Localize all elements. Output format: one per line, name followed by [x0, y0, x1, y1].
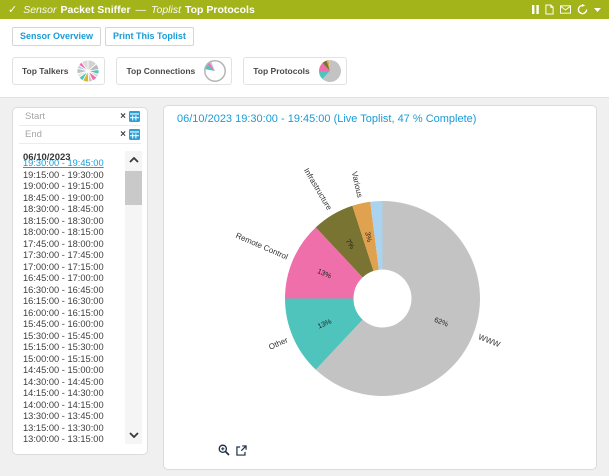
toplist-type-label: Toplist — [151, 4, 181, 16]
start-date-input[interactable] — [23, 110, 117, 123]
header-action-icons — [532, 4, 601, 15]
interval-item[interactable]: 18:45:00 - 19:00:00 — [23, 193, 123, 205]
interval-item[interactable]: 18:15:00 - 18:30:00 — [23, 216, 123, 228]
toplist-name: Top Protocols — [185, 4, 255, 16]
breadcrumb-separator: — — [136, 4, 147, 16]
card-top-protocols[interactable]: Top Protocols — [243, 57, 347, 85]
interval-item[interactable]: 13:00:00 - 13:15:00 — [23, 434, 123, 446]
interval-sidebar: × × 06/10/2023 19:30:00 - 19:45:0019:15: — [12, 107, 148, 455]
interval-item[interactable]: 15:15:00 - 15:30:00 — [23, 342, 123, 354]
interval-item[interactable]: 16:30:00 - 16:45:00 — [23, 285, 123, 297]
protocols-donut-chart: 62%WWW13%Other13%Remote Control7%Infrast… — [164, 134, 598, 464]
chart-label: Other — [267, 335, 289, 351]
scrollbar-thumb[interactable] — [125, 171, 142, 205]
interval-scrollbar — [125, 151, 142, 444]
interval-item[interactable]: 19:15:00 - 19:30:00 — [23, 170, 123, 182]
interval-item[interactable]: 16:45:00 - 17:00:00 — [23, 273, 123, 285]
interval-item[interactable]: 15:45:00 - 16:00:00 — [23, 319, 123, 331]
interval-item[interactable]: 18:30:00 - 18:45:00 — [23, 204, 123, 216]
chevron-up-icon — [129, 157, 139, 163]
interval-item[interactable]: 15:00:00 - 15:15:00 — [23, 354, 123, 366]
end-date-input[interactable] — [23, 128, 117, 141]
interval-item[interactable]: 18:00:00 - 18:15:00 — [23, 227, 123, 239]
toplist-cards: Top Talkers Top Connections Top Protocol… — [12, 57, 347, 85]
interval-item[interactable]: 15:30:00 - 15:45:00 — [23, 331, 123, 343]
interval-list: 19:30:00 - 19:45:0019:15:00 - 19:30:0019… — [23, 158, 123, 446]
top-connections-pie-icon — [203, 59, 227, 83]
zoom-in-icon[interactable] — [218, 444, 230, 456]
interval-item[interactable]: 17:00:00 - 17:15:00 — [23, 262, 123, 274]
card-label: Top Connections — [126, 66, 195, 76]
open-external-icon[interactable] — [236, 445, 247, 456]
sensor-header-bar: ✓ Sensor Packet Sniffer — Toplist Top Pr… — [0, 0, 609, 19]
interval-item[interactable]: 14:45:00 - 15:00:00 — [23, 365, 123, 377]
interval-item[interactable]: 13:15:00 - 13:30:00 — [23, 423, 123, 435]
chart-title: 06/10/2023 19:30:00 - 19:45:00 (Live Top… — [177, 113, 476, 125]
toolbar: Sensor Overview Print This Toplist — [12, 27, 194, 46]
sensor-type-label: Sensor — [23, 4, 56, 16]
email-icon[interactable] — [560, 5, 571, 14]
interval-item[interactable]: 14:30:00 - 14:45:00 — [23, 377, 123, 389]
chart-label: Infrastructure — [302, 167, 334, 213]
interval-item[interactable]: 17:30:00 - 17:45:00 — [23, 250, 123, 262]
scroll-down-button[interactable] — [125, 426, 142, 444]
interval-item[interactable]: 13:30:00 - 13:45:00 — [23, 411, 123, 423]
interval-item[interactable]: 19:30:00 - 19:45:00 — [23, 158, 123, 170]
top-protocols-pie-icon — [318, 59, 342, 83]
interval-item[interactable]: 19:00:00 - 19:15:00 — [23, 181, 123, 193]
toplist-chart-panel: 06/10/2023 19:30:00 - 19:45:00 (Live Top… — [163, 105, 597, 470]
refresh-icon[interactable] — [577, 4, 588, 15]
card-label: Top Talkers — [22, 66, 68, 76]
card-label: Top Protocols — [253, 66, 310, 76]
interval-item[interactable]: 16:15:00 - 16:30:00 — [23, 296, 123, 308]
interval-item[interactable]: 14:00:00 - 14:15:00 — [23, 400, 123, 412]
chart-label: WWW — [477, 332, 502, 349]
sensor-overview-button[interactable]: Sensor Overview — [12, 27, 101, 46]
start-date-field: × — [19, 108, 141, 126]
interval-item[interactable]: 14:15:00 - 14:30:00 — [23, 388, 123, 400]
chevron-down-icon — [129, 432, 139, 438]
pause-icon[interactable] — [532, 5, 539, 14]
status-ok-checkmark-icon: ✓ — [8, 3, 17, 16]
end-date-field: × — [19, 126, 141, 144]
card-top-connections[interactable]: Top Connections — [116, 57, 232, 85]
clear-start-icon[interactable]: × — [120, 112, 126, 122]
chart-label: Various — [350, 171, 365, 199]
interval-item[interactable]: 16:00:00 - 16:15:00 — [23, 308, 123, 320]
top-talkers-pie-icon — [76, 59, 100, 83]
scroll-up-button[interactable] — [125, 151, 142, 169]
print-toplist-button[interactable]: Print This Toplist — [105, 27, 194, 46]
card-top-talkers[interactable]: Top Talkers — [12, 57, 105, 85]
report-icon[interactable] — [545, 4, 554, 15]
caret-down-icon[interactable] — [594, 8, 601, 12]
end-calendar-icon[interactable] — [129, 129, 140, 140]
clear-end-icon[interactable]: × — [120, 130, 126, 140]
chart-tools — [218, 444, 247, 456]
chart-label: Remote Control — [234, 231, 289, 262]
start-calendar-icon[interactable] — [129, 111, 140, 122]
sensor-name-link[interactable]: Packet Sniffer — [61, 4, 131, 16]
interval-item[interactable]: 17:45:00 - 18:00:00 — [23, 239, 123, 251]
